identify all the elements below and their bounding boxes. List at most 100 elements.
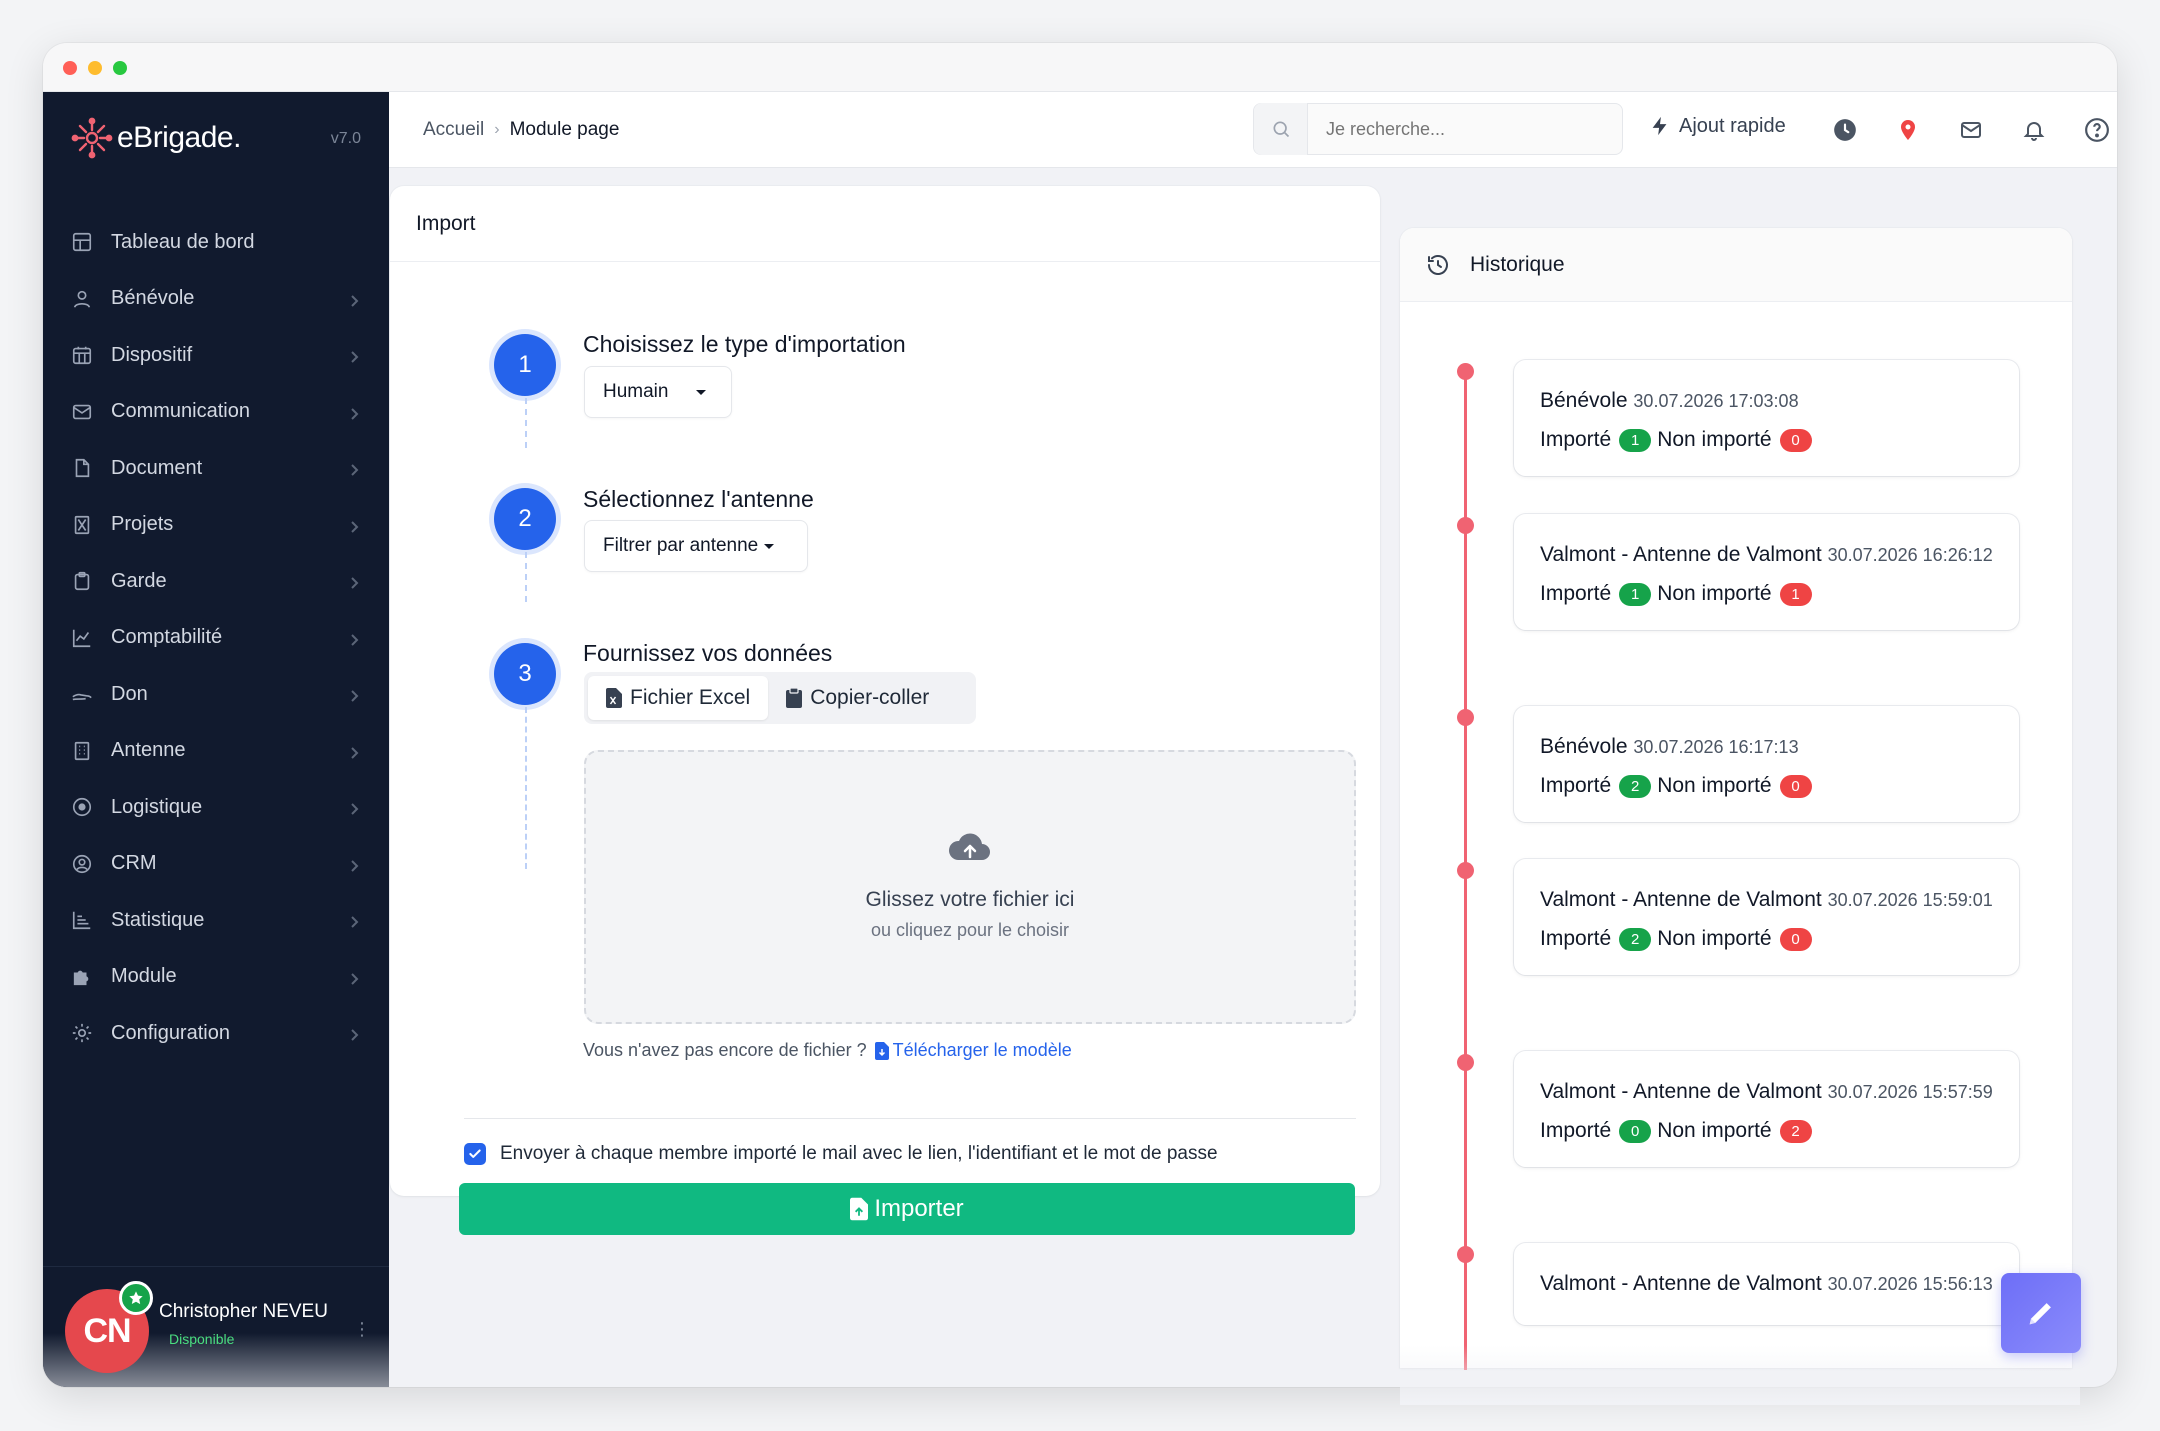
step-3-title: Fournissez vos données	[583, 640, 833, 666]
history-entry-date: 30.07.2026 15:59:01	[1827, 890, 1993, 910]
sidebar-item-logistique[interactable]: Logistique	[43, 779, 389, 836]
history-entry-date: 30.07.2026 16:17:13	[1633, 737, 1799, 757]
chevron-right-icon	[347, 856, 361, 872]
history-entry[interactable]: Valmont - Antenne de Valmont 30.07.2026 …	[1514, 1243, 2019, 1325]
sidebar-item-label: Comptabilité	[111, 626, 223, 649]
bell-icon[interactable]	[2020, 116, 2048, 144]
history-entry-title: Valmont - Antenne de Valmont	[1540, 888, 1822, 911]
history-title: Historique	[1470, 252, 1565, 276]
imported-count-badge: 1	[1619, 428, 1652, 452]
sidebar-item-configuration[interactable]: Configuration	[43, 1005, 389, 1062]
history-entry[interactable]: Bénévole 30.07.2026 17:03:08 Importé 1 Non …	[1514, 360, 2019, 476]
history-entry[interactable]: Valmont - Antenne de Valmont 30.07.2026 …	[1514, 1051, 2019, 1167]
calendar-grid-icon	[71, 344, 93, 366]
tab-excel-file[interactable]: Fichier Excel	[588, 676, 769, 720]
chevron-right-icon	[347, 291, 361, 307]
history-entry-header: Valmont - Antenne de Valmont 30.07.2026 …	[1540, 538, 1993, 572]
antenna-filter-dropdown[interactable]: Filtrer par antenne	[584, 520, 808, 572]
timeline-dot	[1457, 862, 1474, 879]
file-icon	[850, 1197, 869, 1221]
timeline-dot	[1457, 1246, 1474, 1263]
history-entry-stats: Importé 1 Non importé 0	[1540, 428, 1993, 452]
sidebar-item-communication[interactable]: Communication	[43, 384, 389, 441]
sidebar-item-label: Document	[111, 456, 203, 479]
sidebar-item-label: Communication	[111, 400, 250, 423]
chevron-right-icon	[347, 799, 361, 815]
send-mail-label: Envoyer à chaque membre importé le mail …	[500, 1143, 1218, 1164]
sidebar-item-dispositif[interactable]: Dispositif	[43, 327, 389, 384]
sidebar-item-label: Logistique	[111, 795, 203, 818]
dashboard-icon	[71, 231, 93, 253]
chevron-right-icon	[347, 969, 361, 985]
send-mail-checkbox[interactable]	[464, 1143, 486, 1165]
clock-icon[interactable]	[1831, 116, 1859, 144]
app-version: v7.0	[330, 130, 361, 147]
history-entry-date: 30.07.2026 15:57:59	[1827, 1082, 1993, 1102]
brand[interactable]: eBrigade.	[71, 116, 241, 160]
chevron-right-icon	[347, 743, 361, 759]
location-pin-icon[interactable]	[1894, 116, 1922, 144]
chevron-right-icon	[347, 517, 361, 533]
dropzone-subtitle: ou cliquez pour le choisir	[870, 920, 1070, 940]
topbar: Accueil › Module page Ajout rapide	[389, 92, 2117, 168]
tab-copy-paste[interactable]: Copier-coller	[768, 676, 947, 720]
history-entry-title: Valmont - Antenne de Valmont	[1540, 543, 1822, 566]
chevron-right-icon	[347, 912, 361, 928]
not-imported-count-badge: 0	[1779, 428, 1812, 452]
sidebar-item-comptabilite[interactable]: Comptabilité	[43, 610, 389, 667]
download-template-label: Télécharger le modèle	[892, 1040, 1072, 1060]
sidebar-item-crm[interactable]: CRM	[43, 836, 389, 893]
sidebar-item-antenne[interactable]: Antenne	[43, 723, 389, 780]
file-dropzone[interactable]: Glissez votre fichier ici ou cliquez pou…	[584, 750, 1356, 1024]
download-template-link[interactable]: Télécharger le modèle	[874, 1040, 1072, 1061]
help-icon[interactable]	[2083, 116, 2111, 144]
sidebar-item-document[interactable]: Document	[43, 440, 389, 497]
history-entry-stats: Importé 1 Non importé 1	[1540, 582, 1993, 606]
sidebar-item-projets[interactable]: Projets	[43, 497, 389, 554]
edit-fab-button[interactable]	[2001, 1273, 2081, 1353]
sidebar-item-benevole[interactable]: Bénévole	[43, 271, 389, 328]
hourglass-icon	[71, 514, 93, 536]
history-entry-header: Bénévole 30.07.2026 16:17:13	[1540, 730, 1993, 764]
search-input[interactable]	[1308, 118, 1608, 140]
send-mail-option[interactable]: Envoyer à chaque membre importé le mail …	[464, 1143, 1218, 1165]
history-entry[interactable]: Bénévole 30.07.2026 16:17:13 Importé 2 Non …	[1514, 706, 2019, 822]
window-titlebar	[43, 43, 2117, 92]
history-entry[interactable]: Valmont - Antenne de Valmont 30.07.2026 …	[1514, 859, 2019, 975]
sidebar-item-garde[interactable]: Garde	[43, 553, 389, 610]
file-icon	[71, 457, 93, 479]
search-box[interactable]	[1253, 103, 1623, 155]
sidebar-item-label: Module	[111, 965, 177, 988]
history-entry-title: Bénévole	[1540, 389, 1628, 412]
import-button[interactable]: Importer	[459, 1183, 1355, 1235]
breadcrumb: Accueil › Module page	[423, 119, 619, 141]
sidebar-item-tableau-de-bord[interactable]: Tableau de bord	[43, 214, 389, 271]
hand-icon	[71, 683, 93, 705]
sidebar-item-statistique[interactable]: Statistique	[43, 892, 389, 949]
target-icon	[71, 796, 93, 818]
quick-add-button[interactable]: Ajout rapide	[1649, 114, 1786, 138]
breadcrumb-home[interactable]: Accueil	[423, 119, 484, 141]
imported-count-badge: 2	[1619, 774, 1652, 798]
window-maximize-button[interactable]	[113, 61, 127, 75]
history-entry-stats: Importé 2 Non importé 0	[1540, 927, 1993, 951]
user-panel[interactable]: CN Christopher NEVEU Disponible ⋮	[43, 1266, 389, 1387]
import-card-header: Import	[390, 186, 1380, 262]
step-3-badge: 3	[494, 643, 556, 705]
imported-label: Importé	[1540, 774, 1612, 797]
history-entry[interactable]: Valmont - Antenne de Valmont 30.07.2026 …	[1514, 514, 2019, 630]
import-type-value: Humain	[603, 381, 669, 402]
not-imported-label: Non importé	[1657, 774, 1772, 797]
more-vertical-icon[interactable]: ⋮	[353, 1319, 371, 1340]
search-icon	[1254, 103, 1308, 155]
mail-icon[interactable]	[1957, 116, 1985, 144]
window-minimize-button[interactable]	[88, 61, 102, 75]
sidebar-item-don[interactable]: Don	[43, 666, 389, 723]
timeline-dot	[1457, 363, 1474, 380]
step-1-title: Choisissez le type d'importation	[583, 331, 906, 357]
window-close-button[interactable]	[63, 61, 77, 75]
star-icon	[119, 1281, 153, 1315]
import-type-dropdown[interactable]: Humain	[584, 366, 732, 418]
data-source-tabs: Fichier Excel Copier-coller	[584, 672, 976, 724]
sidebar-item-module[interactable]: Module	[43, 949, 389, 1006]
